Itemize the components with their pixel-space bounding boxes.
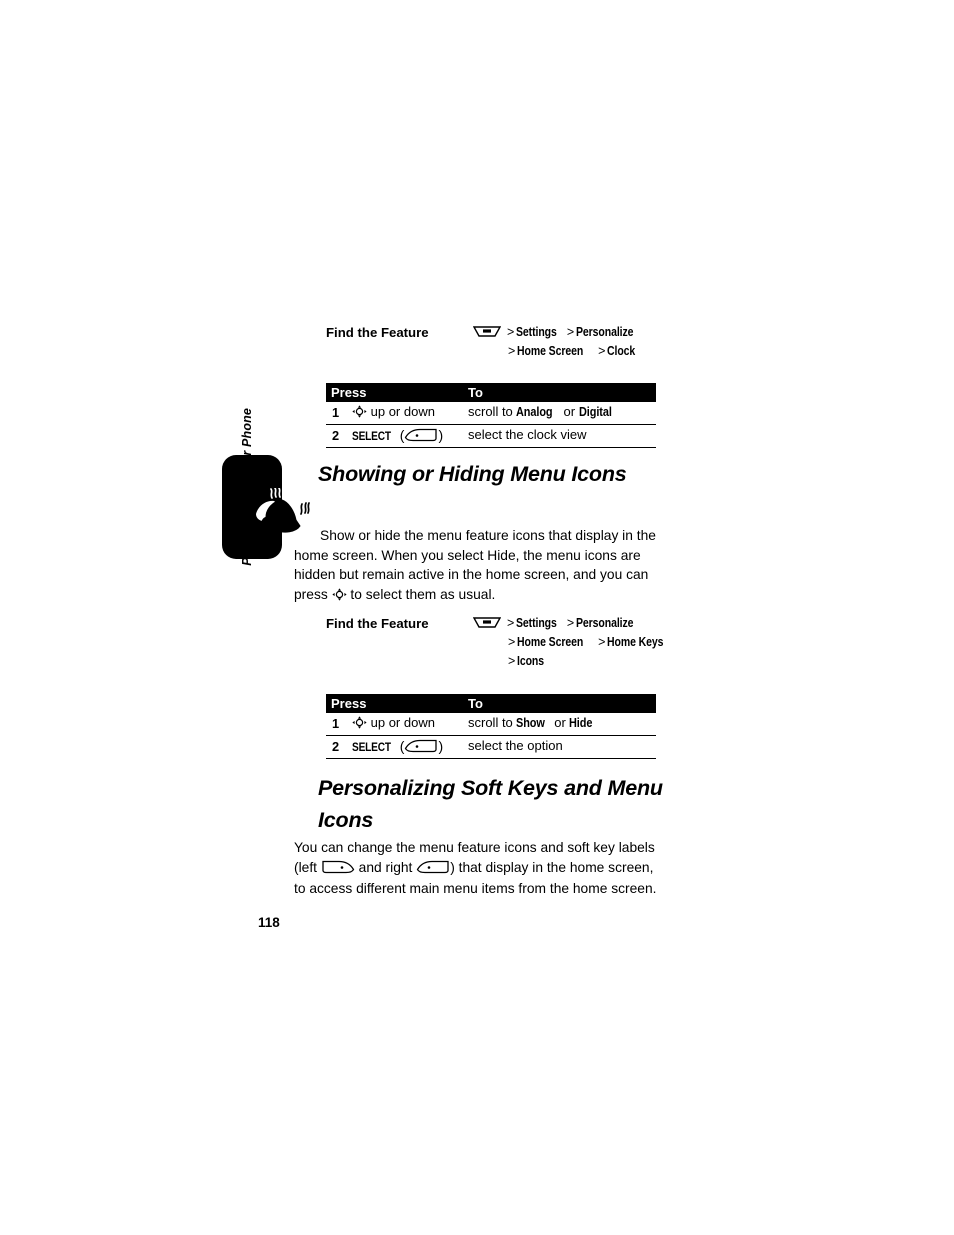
value-hide: Hide: [569, 715, 593, 730]
path-item-home-screen: Home Screen: [517, 344, 584, 358]
path-item-icons: Icons: [517, 654, 545, 668]
navigation-key-icon: [352, 716, 367, 732]
table-header-row: Press To: [326, 694, 656, 713]
menu-key-icon: [472, 325, 502, 344]
paragraph-text-b: to select them as usual.: [346, 586, 496, 602]
section-heading-1: Showing or Hiding Menu Icons: [318, 462, 627, 486]
menu-path-1: > Settings > Personalize > Home Screen > Clock: [472, 323, 673, 361]
table-cell-to: scroll to Show or Hide: [468, 715, 597, 730]
to-joiner: or: [559, 404, 579, 419]
left-soft-key-icon: [321, 860, 355, 880]
path-item-home-keys: Home Keys: [607, 635, 664, 649]
step-number: 2: [332, 428, 340, 443]
menu-path-2: > Settings > Personalize > Home Screen > Home …: [472, 614, 673, 671]
right-soft-key-icon: [416, 860, 450, 880]
table-cell-press: up or down: [352, 715, 435, 732]
path-separator: >: [566, 325, 575, 339]
path-separator: >: [507, 616, 515, 630]
menu-path-line: > Home Screen > Clock: [473, 342, 673, 361]
menu-path-line: > Icons: [473, 652, 673, 671]
step-number: 2: [332, 739, 340, 754]
table-cell-to: scroll to Analog or Digital: [468, 404, 618, 419]
body-paragraph-1: Show or hide the menu feature icons that…: [294, 526, 662, 606]
path-separator: >: [566, 616, 575, 630]
table-row: 2 SELECT ( ) select the clock view: [326, 425, 656, 448]
table-cell-to: select the clock view: [468, 427, 587, 442]
column-header-press: Press: [331, 696, 367, 711]
table-row: 2 SELECT ( ) select the option: [326, 736, 656, 759]
value-analog: Analog: [516, 404, 553, 419]
column-header-press: Press: [331, 385, 367, 400]
column-header-to: To: [468, 385, 483, 400]
section-heading-2: Personalizing Soft Keys and Menu Icons: [318, 776, 663, 832]
menu-path-line: > Settings > Personalize: [472, 323, 673, 344]
path-item-settings: Settings: [516, 616, 558, 630]
step-number: 1: [332, 716, 340, 731]
path-separator: >: [508, 344, 516, 358]
step-number: 1: [332, 405, 340, 420]
menu-path-line: > Settings > Personalize: [472, 614, 673, 635]
path-separator: >: [598, 344, 606, 358]
navigation-key-icon: [352, 405, 367, 421]
manual-page: Personalizing Your Phone 118 Find the Fe…: [0, 0, 954, 1235]
path-item-personalize: Personalize: [576, 325, 634, 339]
close-paren: ): [438, 427, 444, 443]
table-row: 1 up or down scroll to Show or Hide: [326, 713, 656, 736]
find-the-feature-label: Find the Feature: [326, 325, 429, 340]
press-to-table-1: Press To 1 up or down scroll to Analog o…: [326, 383, 656, 448]
menu-path-line: > Home Screen > Home Keys: [473, 633, 673, 652]
column-header-to: To: [468, 696, 483, 711]
page-number: 118: [258, 915, 280, 930]
find-the-feature-label: Find the Feature: [326, 616, 429, 631]
table-cell-press: SELECT ( ): [352, 427, 443, 445]
table-cell-to: select the option: [468, 738, 563, 753]
right-soft-key-icon: [404, 739, 438, 756]
navigation-key-icon: [331, 587, 347, 607]
path-item-clock: Clock: [607, 344, 636, 358]
press-text: up or down: [370, 404, 435, 419]
to-prefix: scroll to: [468, 715, 517, 730]
press-to-table-2: Press To 1 up or down scroll to Show or …: [326, 694, 656, 759]
table-row: 1 up or down scroll to Analog or Digital: [326, 402, 656, 425]
path-separator: >: [508, 654, 516, 668]
to-prefix: scroll to: [468, 404, 517, 419]
table-header-row: Press To: [326, 383, 656, 402]
value-digital: Digital: [578, 404, 612, 419]
body-paragraph-2: You can change the menu feature icons an…: [294, 838, 662, 899]
path-item-home-screen: Home Screen: [517, 635, 584, 649]
path-separator: >: [598, 635, 606, 649]
to-joiner: or: [550, 715, 570, 730]
path-item-settings: Settings: [516, 325, 558, 339]
path-separator: >: [507, 325, 515, 339]
press-text: up or down: [370, 715, 435, 730]
running-head-vertical: Personalizing Your Phone: [240, 408, 254, 566]
path-item-personalize: Personalize: [576, 616, 634, 630]
paragraph-text-b: and right: [354, 859, 417, 875]
table-cell-press: SELECT ( ): [352, 738, 443, 756]
close-paren: ): [438, 738, 444, 754]
table-cell-press: up or down: [352, 404, 435, 421]
value-show: Show: [516, 715, 546, 730]
menu-key-icon: [472, 616, 502, 635]
path-separator: >: [508, 635, 516, 649]
soft-key-label: SELECT: [352, 431, 391, 443]
soft-key-label: SELECT: [352, 742, 391, 754]
right-soft-key-icon: [404, 428, 438, 445]
